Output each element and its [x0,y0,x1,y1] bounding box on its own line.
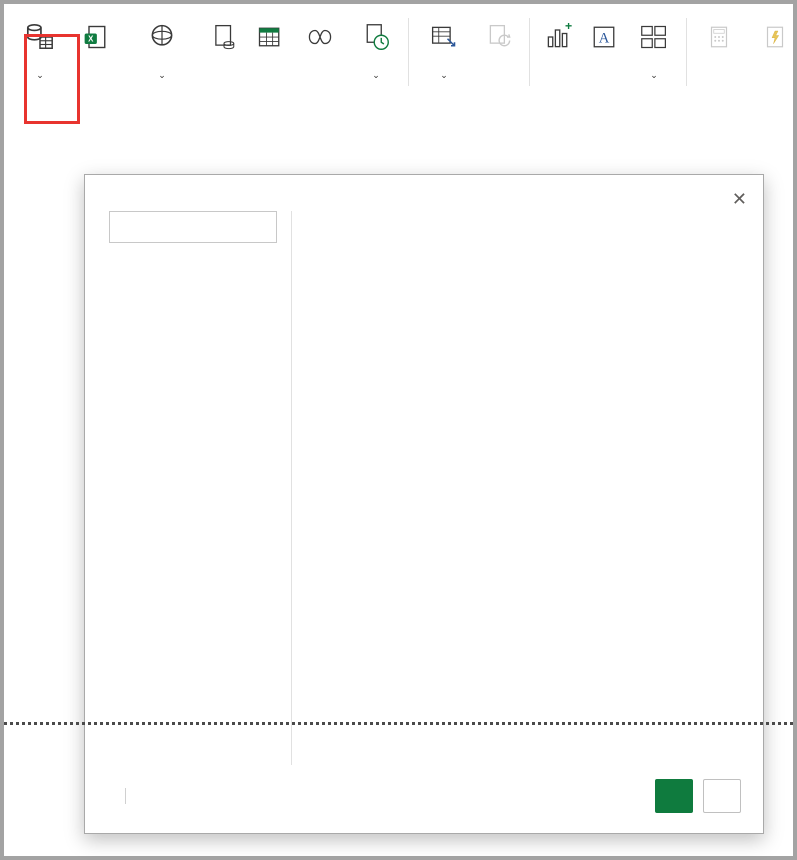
new-visual-button[interactable]: + [536,18,580,84]
onelake-data-hub-button[interactable]: ⌄ [126,18,198,84]
dotted-separator [4,722,793,725]
bar-chart-icon: + [544,20,572,54]
dialog-footer [85,765,763,833]
more-visuals-icon [639,20,669,54]
refresh-button[interactable] [477,18,523,84]
calculator-icon [707,20,731,54]
excel-workbook-button[interactable]: X [70,18,122,84]
sql-server-icon [211,20,237,54]
text-box-button[interactable]: A [584,18,624,84]
connect-button[interactable] [655,779,693,813]
ribbon: ⌄ X ⌄ [4,16,793,90]
text-box-icon: A [591,20,617,54]
dataverse-icon [305,20,335,54]
chevron-down-icon: ⌄ [372,70,380,80]
chevron-down-icon: ⌄ [158,70,166,80]
svg-text:+: + [565,23,572,33]
chevron-down-icon: ⌄ [650,70,658,80]
database-import-icon [25,20,55,54]
recent-sources-icon [362,20,390,54]
get-data-dialog: ✕ [84,174,764,834]
more-visuals-button[interactable]: ⌄ [628,18,680,84]
transform-data-button[interactable]: ⌄ [415,18,473,84]
new-measure-button[interactable] [693,18,745,84]
refresh-icon [486,20,514,54]
enter-data-button[interactable] [250,18,290,84]
menubar [4,4,793,16]
dataverse-button[interactable] [294,18,346,84]
recent-sources-button[interactable]: ⌄ [350,18,402,84]
quick-measure-icon [763,20,787,54]
search-input[interactable] [109,211,277,243]
cancel-button[interactable] [703,779,741,813]
close-icon: ✕ [732,189,747,209]
enter-data-icon [256,20,284,54]
sql-server-button[interactable] [202,18,246,84]
onelake-icon [147,20,177,54]
svg-text:A: A [599,31,610,47]
footer-separator [125,788,126,804]
get-data-button[interactable]: ⌄ [14,18,66,84]
transform-data-icon [429,20,459,54]
ribbon-group-insert: + A ⌄ [530,18,687,86]
dialog-left-panel [109,211,291,765]
ribbon-group-data: ⌄ X ⌄ [8,18,409,86]
chevron-down-icon: ⌄ [440,70,448,80]
close-button[interactable]: ✕ [726,185,753,214]
source-list[interactable] [308,223,745,765]
ribbon-group-calculations [687,18,797,86]
svg-text:X: X [88,34,94,43]
excel-icon: X [82,20,110,54]
quick-measure-button[interactable] [749,18,797,84]
chevron-down-icon: ⌄ [36,70,44,80]
dialog-right-panel [291,211,745,765]
ribbon-group-queries: ⌄ [409,18,530,86]
